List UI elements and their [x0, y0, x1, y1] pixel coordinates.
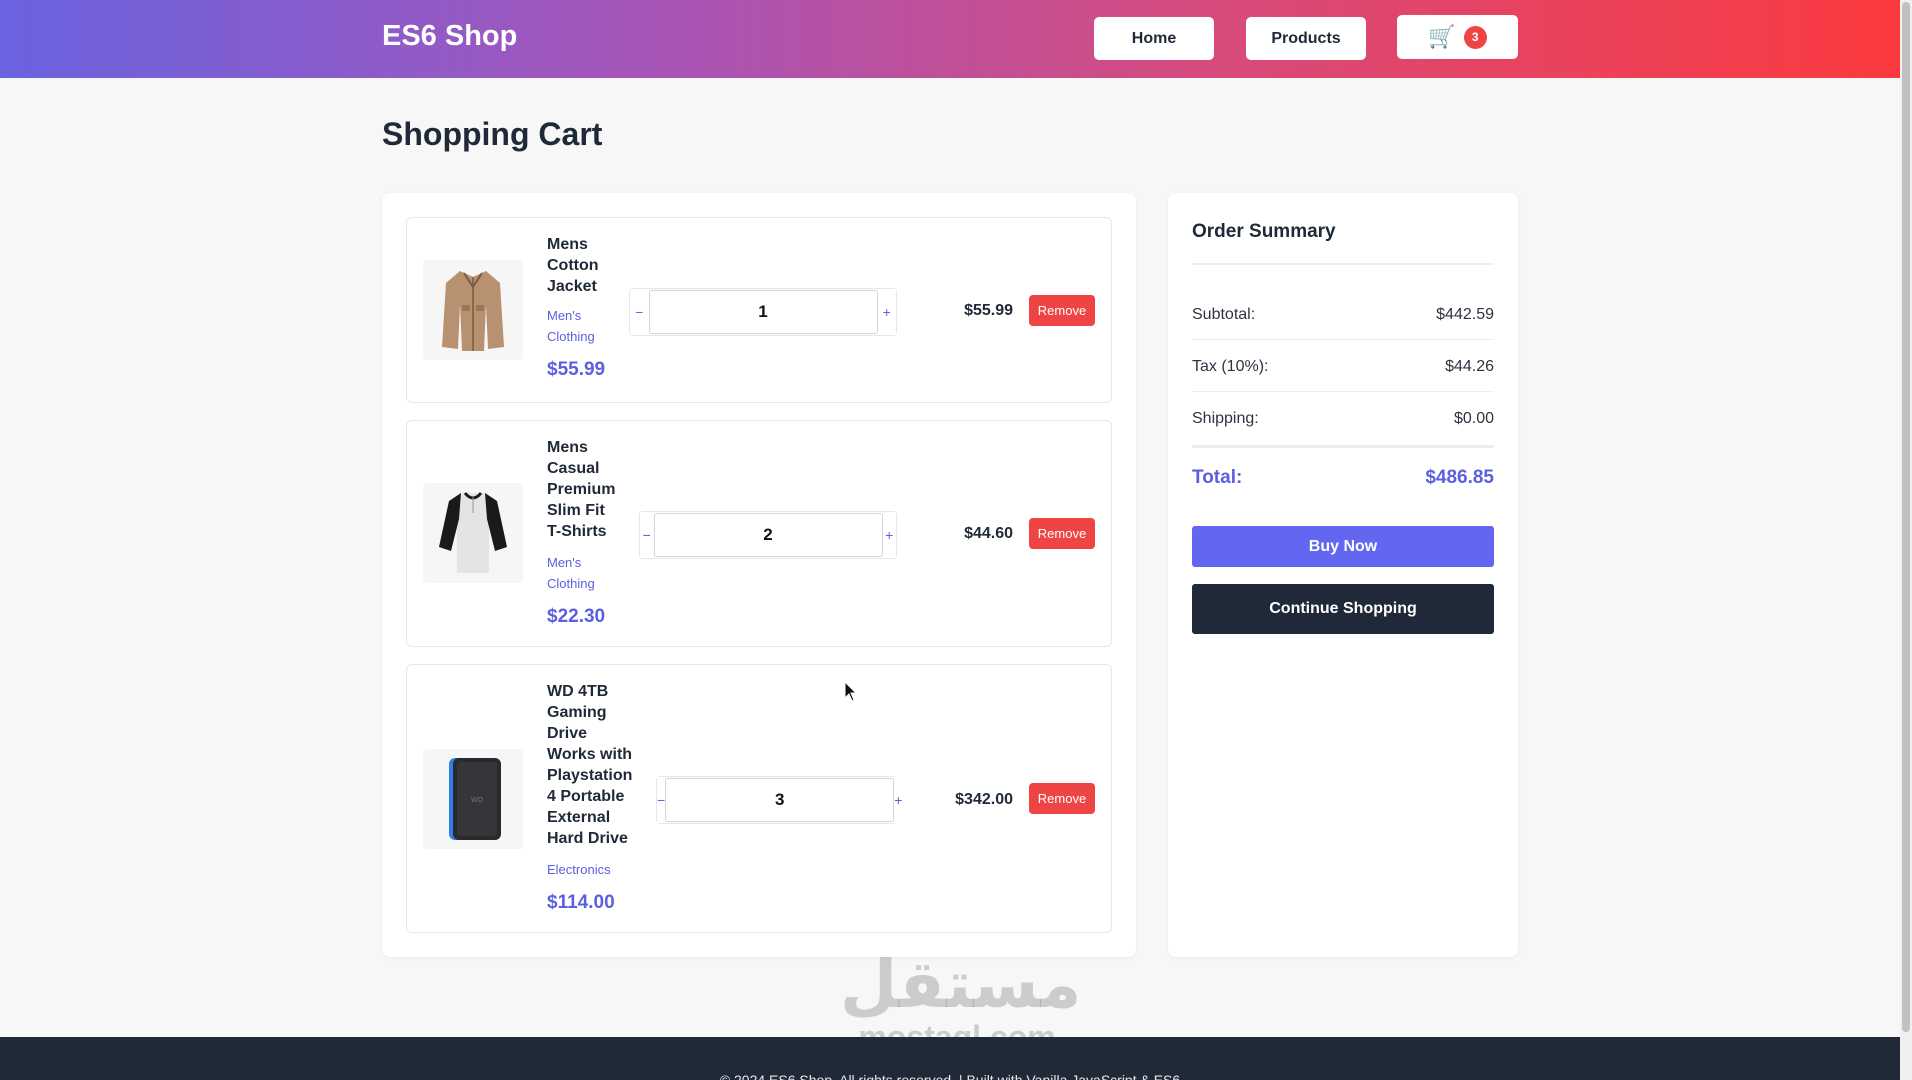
quantity-input[interactable]	[653, 513, 883, 557]
increment-button[interactable]: +	[882, 512, 896, 558]
line-total: $55.99	[964, 302, 1013, 319]
scrollbar-thumb[interactable]	[1902, 2, 1910, 1032]
nav-home-button[interactable]: Home	[1094, 17, 1214, 60]
nav-products-button[interactable]: Products	[1246, 17, 1366, 60]
watermark-arabic: مستقل	[840, 946, 1082, 1023]
decrement-button[interactable]: −	[657, 777, 666, 823]
product-name[interactable]: WD 4TB Gaming Drive Works with Playstati…	[547, 681, 637, 849]
remove-button[interactable]: Remove	[1029, 295, 1095, 326]
quantity-stepper: − +	[656, 776, 903, 824]
product-image-tshirt	[423, 483, 523, 583]
subtotal-row: Subtotal: $442.59	[1192, 306, 1494, 324]
page-title: Shopping Cart	[382, 116, 603, 152]
quantity-input[interactable]	[648, 290, 878, 334]
total-value: $486.85	[1425, 467, 1494, 488]
total-row: Total: $486.85	[1192, 467, 1494, 489]
remove-button[interactable]: Remove	[1029, 783, 1095, 814]
hard-drive-image: WD	[449, 758, 501, 840]
cart-count-badge: 3	[1463, 25, 1487, 49]
quantity-input[interactable]	[665, 778, 895, 822]
top-navbar: ES6 Shop Home Products 🛒 3	[0, 0, 1900, 78]
product-image-jacket	[423, 260, 523, 360]
product-name[interactable]: Mens Cotton Jacket	[547, 234, 617, 297]
brand-logo[interactable]: ES6 Shop	[382, 20, 517, 53]
cart-item: Mens Casual Premium Slim Fit T-Shirts Me…	[406, 420, 1112, 647]
product-category: Men's Clothing	[547, 308, 595, 344]
order-summary-title: Order Summary	[1192, 221, 1336, 242]
cart-icon: 🛒	[1428, 24, 1456, 49]
product-unit-price: $55.99	[547, 359, 606, 380]
subtotal-value: $442.59	[1436, 306, 1494, 323]
remove-button[interactable]: Remove	[1029, 518, 1095, 549]
tax-value: $44.26	[1445, 358, 1494, 375]
quantity-stepper: − +	[629, 288, 897, 336]
shipping-row: Shipping: $0.00	[1192, 410, 1494, 428]
decrement-button[interactable]: −	[630, 289, 649, 335]
tshirt-image	[439, 492, 507, 573]
line-total: $342.00	[955, 791, 1013, 808]
order-summary-panel: Order Summary Subtotal: $442.59 Tax (10%…	[1168, 193, 1518, 957]
shipping-label: Shipping:	[1192, 410, 1259, 427]
tax-label: Tax (10%):	[1192, 358, 1269, 375]
svg-text:WD: WD	[471, 796, 483, 804]
jacket-image	[442, 271, 504, 351]
mouse-cursor-icon	[844, 681, 858, 702]
page-footer: © 2024 ES6 Shop. All rights reserved. | …	[0, 1037, 1900, 1080]
cart-item: Mens Cotton Jacket Men's Clothing $55.99…	[406, 217, 1112, 403]
subtotal-label: Subtotal:	[1192, 306, 1256, 323]
tax-row: Tax (10%): $44.26	[1192, 358, 1494, 376]
cart-items-panel: Mens Cotton Jacket Men's Clothing $55.99…	[382, 193, 1136, 957]
continue-shopping-button[interactable]: Continue Shopping	[1192, 584, 1494, 634]
product-unit-price: $114.00	[547, 892, 615, 913]
product-unit-price: $22.30	[547, 606, 606, 627]
footer-text: © 2024 ES6 Shop. All rights reserved. | …	[719, 1072, 1181, 1080]
product-image-hard-drive: WD	[423, 749, 523, 849]
product-name[interactable]: Mens Casual Premium Slim Fit T-Shirts	[547, 437, 623, 542]
divider	[1192, 391, 1494, 392]
divider	[1192, 445, 1494, 448]
divider	[1192, 263, 1494, 265]
buy-now-button[interactable]: Buy Now	[1192, 526, 1494, 567]
page-scrollbar[interactable]	[1900, 0, 1912, 1080]
line-total: $44.60	[964, 525, 1013, 542]
product-category: Electronics	[547, 862, 611, 877]
increment-button[interactable]: +	[894, 777, 903, 823]
decrement-button[interactable]: −	[640, 512, 654, 558]
quantity-stepper: − +	[639, 511, 897, 559]
shipping-value: $0.00	[1453, 410, 1494, 427]
cart-item: WD WD 4TB Gaming Drive Works with Playst…	[406, 664, 1112, 933]
total-label: Total:	[1192, 467, 1243, 488]
nav-cart-button[interactable]: 🛒 3	[1397, 15, 1518, 59]
product-category: Men's Clothing	[547, 555, 595, 591]
increment-button[interactable]: +	[877, 289, 896, 335]
divider	[1192, 339, 1494, 340]
